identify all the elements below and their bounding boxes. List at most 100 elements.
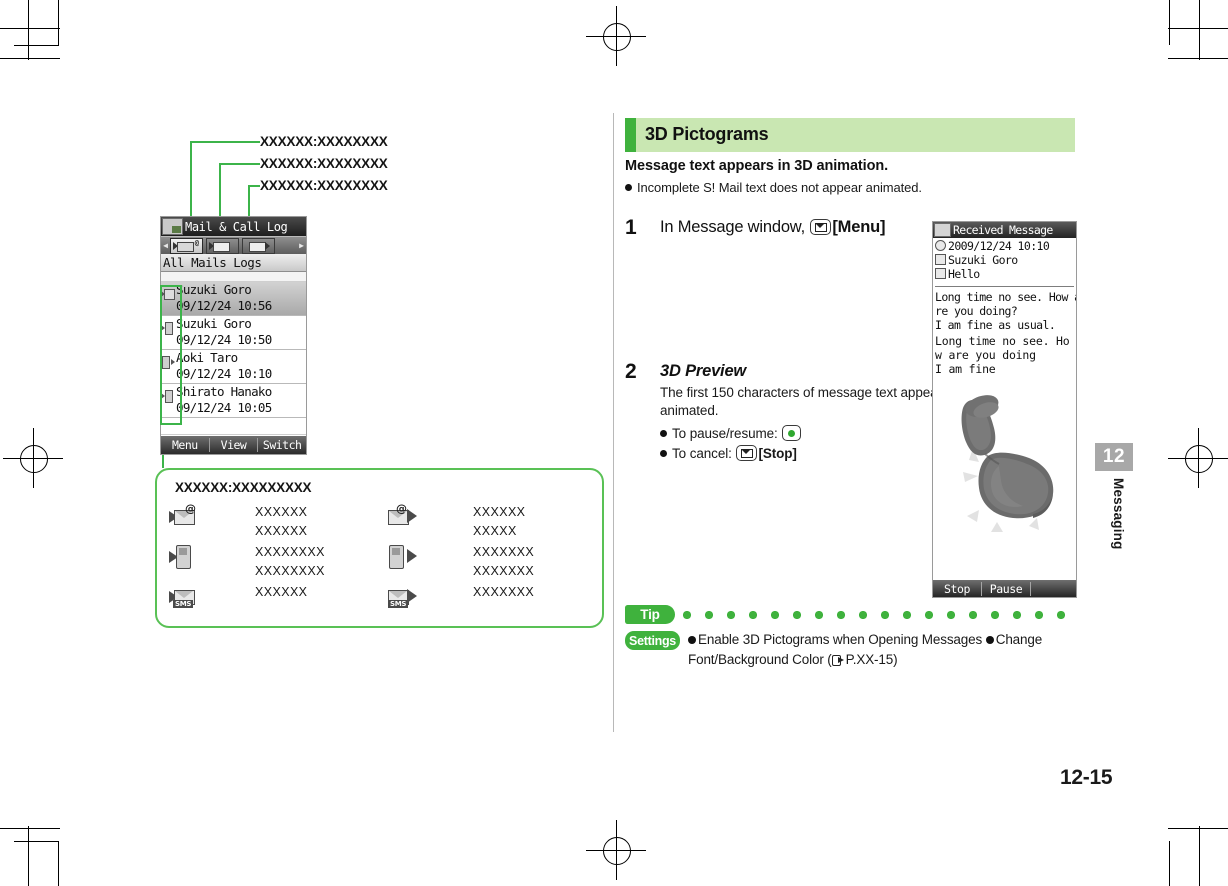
handset-screen-3d-preview: Received Message 2009/12/24 10:10 Suzuki… — [932, 221, 1077, 598]
leader-line-2-h — [219, 163, 260, 165]
phone3d-message-header: 2009/12/24 10:10 Suzuki Goro Hello — [933, 238, 1076, 281]
bullet-dot-icon — [688, 636, 696, 644]
tip-strip: Tip — [625, 605, 1080, 627]
document-icon — [935, 268, 946, 279]
crop-mark-br-v — [1199, 826, 1200, 886]
phone3d-subject-row: Hello — [935, 267, 1074, 281]
envelope-icon — [249, 241, 266, 252]
softkey-menu[interactable]: Menu — [161, 438, 210, 452]
bullet-dot-icon — [660, 430, 667, 437]
handset-title: Mail & Call Log — [185, 219, 288, 234]
envelope-key-icon[interactable] — [810, 219, 832, 235]
at-sign-icon: @ — [194, 238, 199, 247]
legend-text: XXXXXX — [473, 505, 526, 519]
callout-label-1: XXXXXX:XXXXXXXX — [260, 134, 388, 149]
softkey-switch[interactable]: Switch — [258, 438, 306, 452]
icon-legend-box: XXXXXX:XXXXXXXXX @ XXXXXX XXXXXX XXXXXXX… — [155, 468, 604, 628]
handset-screen-mail-call-log: Mail & Call Log ◀ @ ▶ All Mails Logs Suz… — [160, 216, 307, 455]
page-number: 12-15 — [1060, 766, 1113, 789]
table-row[interactable]: Suzuki Goro 09/12/24 10:50 — [161, 316, 306, 350]
softkey-stop[interactable]: Stop — [933, 581, 982, 596]
person-icon — [935, 254, 946, 265]
phone3d-sender: Suzuki Goro — [948, 253, 1018, 267]
crop-mark-br-h — [1168, 828, 1228, 829]
received-smail-icon: @ — [169, 502, 199, 528]
pause-resume-label: To pause/resume: — [672, 426, 782, 441]
legend-text: XXXXXX — [255, 585, 308, 599]
step-1-key-label: [Menu] — [832, 218, 886, 236]
bullet-dot-icon — [985, 636, 994, 644]
tab-scroll-left-icon[interactable]: ◀ — [161, 241, 170, 250]
phone3d-message-body: Long time no see. How a re you doing? I … — [933, 290, 1076, 332]
handset-list-gap — [161, 272, 306, 282]
handset-titlebar: Mail & Call Log — [161, 217, 306, 236]
crop-mark-tl-v — [28, 0, 29, 60]
sent-smail-icon: @ — [387, 502, 417, 528]
section-intro-bullet: Incomplete S! Mail text does not appear … — [625, 180, 922, 195]
table-row[interactable]: Suzuki Goro 09/12/24 10:56 — [161, 282, 306, 316]
row-name: Aoki Taro — [176, 350, 238, 365]
crop-mark-tl-h — [0, 28, 60, 29]
settings-tip-item-3: Font/Background Color ( — [688, 652, 832, 667]
settings-tip-text: Enable 3D Pictograms when Opening Messag… — [688, 630, 1068, 670]
handset-tab-row: ◀ @ ▶ — [161, 236, 306, 254]
registration-target-right — [1168, 428, 1228, 488]
registration-target-bottom — [586, 820, 646, 880]
softkey-pause[interactable]: Pause — [982, 581, 1031, 596]
highlight-bracket-row-icons — [160, 285, 182, 425]
handset-list-empty-row — [161, 418, 306, 435]
phone3d-timestamp-row: 2009/12/24 10:10 — [935, 239, 1074, 253]
leader-line-1-h — [190, 141, 260, 143]
section-accent-bar — [625, 118, 636, 152]
crop-mark-tl-h2 — [0, 58, 60, 59]
page-title: 3D Pictograms — [645, 124, 769, 144]
tab-scroll-right-icon[interactable]: ▶ — [297, 241, 306, 250]
section-intro: Message text appears in 3D animation. — [625, 158, 889, 174]
crop-mark-bl-v — [28, 826, 29, 886]
crop-mark-bl-h — [0, 828, 60, 829]
tip-badge: Tip — [625, 605, 675, 624]
step-1-instruction: In Message window, [Menu] — [660, 218, 950, 237]
registration-target-left — [3, 428, 63, 488]
tab-all-mails[interactable]: @ — [170, 237, 203, 254]
crop-mark-tl-v2 — [58, 0, 59, 45]
legend-title: XXXXXX:XXXXXXXXX — [175, 480, 312, 495]
tab-sent[interactable] — [242, 237, 275, 254]
envelope-key-icon[interactable] — [736, 445, 758, 461]
table-row[interactable]: Shirato Hanako 09/12/24 10:05 — [161, 384, 306, 418]
legend-text: XXXXXXXX — [255, 564, 325, 578]
crop-mark-tr-v2 — [1169, 0, 1170, 45]
tab-mail[interactable] — [206, 237, 239, 254]
phone3d-divider — [935, 286, 1074, 287]
registration-target-top — [586, 6, 646, 66]
row-date: 09/12/24 10:10 — [176, 366, 272, 381]
legend-text: XXXXXXX — [473, 545, 535, 559]
phone3d-body-line: Long time no see. How a — [935, 290, 1077, 304]
bullet-dot-icon — [660, 450, 667, 457]
phone3d-preview-line: I am fine — [935, 362, 996, 376]
phone3d-title: Received Message — [953, 223, 1053, 237]
row-name: Suzuki Goro — [176, 316, 252, 331]
settings-tip-paren: ) — [893, 652, 898, 667]
legend-text: XXXXXXX — [473, 564, 535, 578]
phone3d-animation-stage — [933, 376, 1076, 576]
crop-mark-bl-h2 — [14, 841, 59, 842]
phone3d-subject: Hello — [948, 267, 980, 281]
row-name: Suzuki Goro — [176, 282, 252, 297]
page-reference-icon — [831, 654, 845, 666]
phone3d-body-line: re you doing? — [935, 304, 1018, 318]
center-key-icon[interactable] — [782, 425, 802, 441]
bullet-dot-icon — [625, 184, 632, 191]
intro-bullet-text: Incomplete S! Mail text does not appear … — [637, 180, 922, 195]
step-2-bullet-pause: To pause/resume: — [660, 424, 950, 444]
phone3d-sender-row: Suzuki Goro — [935, 253, 1074, 267]
crop-mark-bl-v2 — [58, 841, 59, 886]
table-row[interactable]: Aoki Taro 09/12/24 10:10 — [161, 350, 306, 384]
legend-text: XXXXXXXX — [255, 545, 325, 559]
step-2-title: 3D Preview — [660, 362, 747, 380]
phone3d-timestamp: 2009/12/24 10:10 — [948, 239, 1050, 253]
envelope-icon — [213, 241, 230, 252]
sent-sms-icon: SMS — [387, 584, 417, 608]
step-2-bullet-cancel: To cancel: [Stop] — [660, 444, 950, 464]
softkey-view[interactable]: View — [210, 438, 259, 452]
